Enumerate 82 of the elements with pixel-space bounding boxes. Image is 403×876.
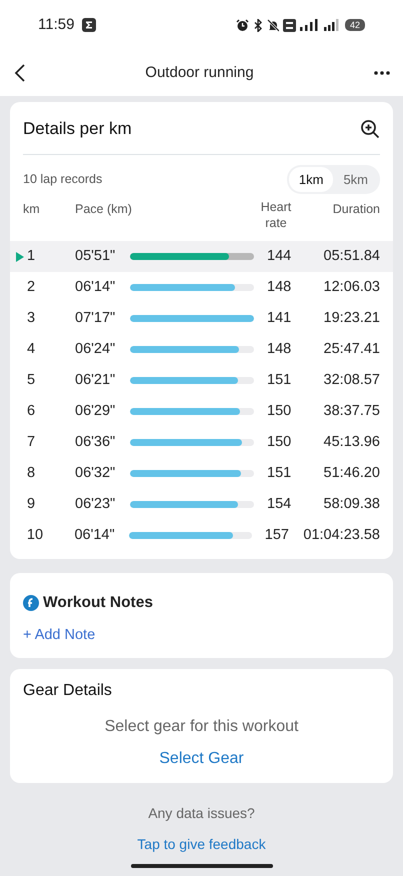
lap-row[interactable]: 3 07'17" 141 19:23.21 — [10, 303, 393, 334]
heart-rate-cell-text: 141 — [266, 308, 292, 328]
lap-row[interactable]: 2 06'14" 148 12:06.03 — [10, 272, 393, 304]
heart-rate-cell-text: 148 — [266, 340, 292, 359]
add-note-link[interactable]: + Add Note — [23, 624, 96, 646]
footer-question: Any data issues? — [148, 804, 255, 824]
pace-cell-text: 06'32" — [75, 464, 116, 483]
back-icon — [14, 63, 26, 83]
heart-rate-cell-text: 148 — [266, 278, 292, 297]
km-cell-text: 6 — [27, 402, 36, 421]
heart-rate-cell-text: 150 — [266, 402, 292, 421]
pace-cell-text: 06'36" — [75, 432, 116, 452]
muted-bell-icon — [266, 18, 279, 32]
back-button[interactable] — [14, 63, 26, 83]
battery-indicator: 42 — [344, 19, 365, 31]
km-cell-text: 1 — [27, 246, 36, 266]
notes-logo-icon — [23, 594, 39, 611]
gear-prompt: Select gear for this workout — [104, 717, 298, 738]
card-title: Details per km — [23, 118, 132, 140]
unit-tab[interactable]: 1km — [288, 166, 334, 192]
clock: 11:59 — [38, 14, 74, 35]
km-cell-text: 7 — [27, 432, 36, 452]
duration-cell-text: 19:23.21 — [322, 308, 380, 328]
page-title: Outdoor running — [145, 62, 254, 83]
duration-cell-text: 05:51.84 — [322, 246, 380, 266]
signal-icon — [300, 18, 320, 32]
duration-cell-text: 51:46.20 — [322, 464, 380, 483]
column-header: Heart rate — [260, 200, 292, 232]
zoom-in-icon — [360, 118, 380, 139]
km-cell-text: 8 — [27, 464, 36, 483]
notification-icon — [82, 18, 96, 32]
km-cell-text: 2 — [27, 278, 36, 297]
column-header: km — [23, 201, 41, 218]
lap-row[interactable]: 10 06'14" 157 01:04:23.58 — [10, 520, 393, 552]
duration-cell-text: 12:06.03 — [322, 278, 380, 297]
duration-cell-text: 01:04:23.58 — [303, 526, 380, 545]
lap-row[interactable]: 5 06'21" 151 32:08.57 — [10, 365, 393, 396]
pace-cell-text: 06'29" — [75, 402, 116, 421]
heart-rate-cell-text: 150 — [266, 432, 292, 452]
pace-cell-text: 06'21" — [75, 370, 116, 390]
heart-rate-cell-text: 157 — [264, 526, 290, 545]
heart-rate-cell-text: 144 — [266, 246, 292, 266]
pace-cell-text: 05'51" — [75, 246, 116, 266]
card-title: Gear Details — [23, 681, 113, 702]
play-icon — [16, 252, 24, 262]
duration-cell-text: 25:47.41 — [322, 340, 380, 359]
lap-row[interactable]: 7 06'36" 150 45:13.96 — [10, 427, 393, 458]
pace-cell-text: 07'17" — [75, 308, 116, 328]
km-cell-text: 9 — [27, 494, 36, 514]
duration-cell-text: 32:08.57 — [322, 370, 380, 390]
alarm-icon — [236, 18, 249, 32]
heart-rate-cell-text: 154 — [266, 494, 292, 514]
more-icon — [373, 70, 391, 76]
pace-cell-text: 06'23" — [75, 494, 116, 514]
column-header: Pace (km) — [75, 201, 133, 218]
heart-rate-cell-text: 151 — [266, 370, 292, 390]
select-gear-link[interactable]: Select Gear — [159, 747, 244, 772]
duration-cell-text: 38:37.75 — [322, 402, 380, 421]
lap-count: 10 lap records — [23, 170, 102, 188]
zoom-button[interactable] — [360, 118, 380, 139]
column-header: Duration — [332, 201, 380, 218]
pace-cell-text: 06'14" — [75, 278, 116, 297]
km-cell-text: 4 — [27, 340, 36, 359]
pace-cell-text: 06'14" — [74, 526, 116, 545]
unit-tab[interactable]: 5km — [333, 166, 378, 192]
bluetooth-icon — [252, 18, 263, 32]
more-button[interactable] — [373, 70, 391, 76]
km-cell-text: 10 — [26, 526, 44, 545]
km-cell-text: 5 — [27, 370, 36, 390]
lap-row[interactable]: 1 05'51" 144 05:51.84 — [10, 241, 393, 272]
km-cell-text: 3 — [27, 308, 36, 328]
heart-rate-cell-text: 151 — [266, 464, 292, 483]
lap-row[interactable]: 8 06'32" 151 51:46.20 — [10, 458, 393, 490]
duration-cell-text: 58:09.38 — [322, 494, 380, 514]
lap-row[interactable]: 6 06'29" 150 38:37.75 — [10, 396, 393, 428]
lap-row[interactable]: 9 06'23" 154 58:09.38 — [10, 489, 393, 520]
feedback-link[interactable]: Tap to give feedback — [137, 834, 266, 856]
lap-row[interactable]: 4 06'24" 148 25:47.41 — [10, 334, 393, 366]
duration-cell-text: 45:13.96 — [322, 432, 380, 452]
signal-icon — [324, 18, 339, 32]
pace-cell-text: 06'24" — [75, 340, 116, 359]
card-title: Workout Notes — [43, 593, 153, 614]
